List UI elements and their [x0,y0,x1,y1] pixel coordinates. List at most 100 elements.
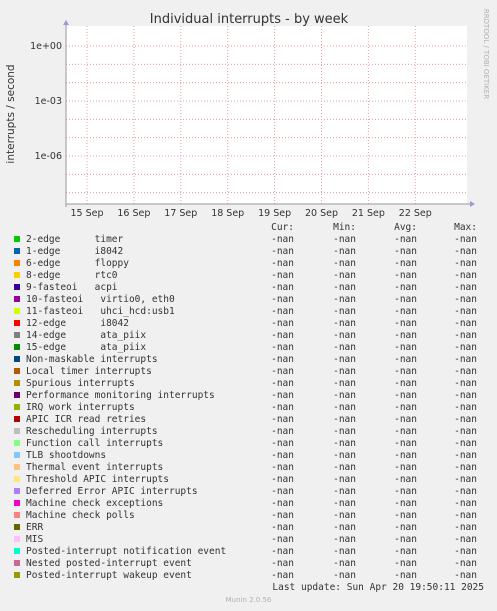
legend-label: Machine check exceptions [26,498,164,509]
legend-cur-value: -nan [271,246,294,257]
legend-avg-value: -nan [394,522,417,533]
legend-max-value: -nan [454,402,477,413]
legend-max-value: -nan [454,342,477,353]
legend-min-value: -nan [333,450,356,461]
legend-cur-value: -nan [271,390,294,401]
legend-label: Spurious interrupts [26,378,135,389]
legend-min-value: -nan [333,234,356,245]
legend-max-value: -nan [454,234,477,245]
legend-swatch [14,428,20,434]
legend-min-value: -nan [333,474,356,485]
legend-cur-value: -nan [271,330,294,341]
legend-cur-value: -nan [271,402,294,413]
legend-max-value: -nan [454,474,477,485]
legend-avg-value: -nan [394,378,417,389]
legend-min-value: -nan [333,438,356,449]
legend-max-value: -nan [454,282,477,293]
legend-swatch [14,344,20,350]
legend-max-value: -nan [454,450,477,461]
legend-swatch [14,452,20,458]
legend-label: Performance monitoring interrupts [26,390,215,401]
legend-label: Threshold APIC interrupts [26,474,169,485]
legend-swatch [14,464,20,470]
legend-label: Local timer interrupts [26,366,152,377]
legend-row: Thermal event interrupts -nan -nan -nan -nan [0,462,497,474]
legend-swatch [14,380,20,386]
legend-avg-value: -nan [394,426,417,437]
legend-avg-value: -nan [394,438,417,449]
legend-max-value: -nan [454,438,477,449]
legend-min-value: -nan [333,546,356,557]
legend-label: ERR [26,522,44,533]
legend-label: Rescheduling interrupts [26,426,158,437]
legend-min-value: -nan [333,390,356,401]
legend-label: 8-edge rtc0 [26,270,118,281]
legend-row: 14-edge ata_piix -nan -nan -nan -nan [0,330,497,342]
x-tick-label: 16 Sep [117,208,150,219]
legend-avg-value: -nan [394,486,417,497]
legend-label: 12-edge i8042 [26,318,129,329]
legend-swatch [14,500,20,506]
legend-cur-value: -nan [271,510,294,521]
legend-swatch [14,488,20,494]
legend-min-value: -nan [333,330,356,341]
legend-max-value: -nan [454,258,477,269]
legend-label: Machine check polls [26,510,135,521]
legend-cur-value: -nan [271,342,294,353]
legend-swatch [14,320,20,326]
col-header-avg: Avg: [394,222,417,233]
legend-row: Rescheduling interrupts -nan -nan -nan -nan [0,426,497,438]
legend-cur-value: -nan [271,318,294,329]
legend-avg-value: -nan [394,342,417,353]
legend-max-value: -nan [454,426,477,437]
legend-min-value: -nan [333,486,356,497]
legend-min-value: -nan [333,402,356,413]
legend-avg-value: -nan [394,450,417,461]
legend-avg-value: -nan [394,546,417,557]
legend-row: Performance monitoring interrupts -nan -na… [0,390,497,402]
legend-row: APIC ICR read retries -nan -nan -nan -nan [0,414,497,426]
legend-avg-value: -nan [394,234,417,245]
legend-swatch [14,296,20,302]
legend-avg-value: -nan [394,558,417,569]
legend-max-value: -nan [454,366,477,377]
legend-avg-value: -nan [394,534,417,545]
legend-cur-value: -nan [271,486,294,497]
legend-label: 14-edge ata_piix [26,330,147,341]
legend-avg-value: -nan [394,570,417,581]
legend-min-value: -nan [333,498,356,509]
y-tick-label: 1e+00 [30,41,62,52]
legend-max-value: -nan [454,546,477,557]
legend-cur-value: -nan [271,570,294,581]
legend-min-value: -nan [333,282,356,293]
legend-max-value: -nan [454,522,477,533]
legend-swatch [14,404,20,410]
last-update: Last update: Sun Apr 20 19:50:11 2025 [272,582,484,593]
legend-cur-value: -nan [271,306,294,317]
legend-avg-value: -nan [394,462,417,473]
legend-row: Deferred Error APIC interrupts -nan -nan -n… [0,486,497,498]
munin-version: Munin 2.0.56 [225,596,272,604]
legend-row: 8-edge rtc0 -nan -nan -nan -nan [0,270,497,282]
legend-label: IRQ work interrupts [26,402,135,413]
legend-row: MIS -nan -nan -nan -nan [0,534,497,546]
x-tick-label: 19 Sep [258,208,291,219]
legend-row: Threshold APIC interrupts -nan -nan -nan -na… [0,474,497,486]
x-tick-label: 21 Sep [352,208,385,219]
legend-max-value: -nan [454,390,477,401]
legend-swatch [14,524,20,530]
legend-min-value: -nan [333,558,356,569]
legend-avg-value: -nan [394,330,417,341]
legend-cur-value: -nan [271,462,294,473]
legend-label: APIC ICR read retries [26,414,147,425]
x-tick-label: 18 Sep [211,208,244,219]
legend-row: TLB shootdowns -nan -nan -nan -nan [0,450,497,462]
legend-cur-value: -nan [271,234,294,245]
legend-cur-value: -nan [271,414,294,425]
legend-min-value: -nan [333,318,356,329]
legend-label: Posted-interrupt notification event [26,546,227,557]
legend-min-value: -nan [333,378,356,389]
legend-row: Function call interrupts -nan -nan -nan -nan [0,438,497,450]
legend-min-value: -nan [333,510,356,521]
legend-min-value: -nan [333,414,356,425]
